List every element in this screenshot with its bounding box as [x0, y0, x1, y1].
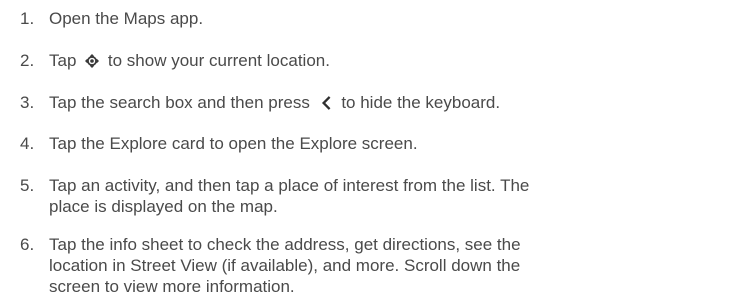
step-text: Tap to show your current location. [49, 50, 719, 71]
location-target-icon [84, 53, 100, 69]
step-text: Tap the Explore card to open the Explore… [49, 134, 418, 153]
step-text: Open the Maps app. [49, 9, 204, 28]
step-text: Tap the search box and then press to hid… [49, 92, 719, 113]
back-chevron-icon [318, 95, 334, 111]
step-number: 1. [20, 9, 35, 28]
step-line: location in Street View (if available), … [49, 256, 521, 275]
step-text-start: Tap the search box and then press [49, 93, 310, 112]
step-number: 4. [20, 134, 35, 153]
step-number: 3. [20, 93, 35, 112]
instruction-steps: 1. Open the Maps app. 2. Tap to show you… [0, 0, 732, 296]
step-text-end: to hide the keyboard. [341, 93, 501, 112]
step-line: place is displayed on the map. [49, 197, 278, 216]
step-text-end: to show your current location. [107, 51, 330, 70]
step-line: screen to view more information. [49, 277, 295, 296]
step-number: 2. [20, 51, 35, 70]
step-text: Tap an activity, and then tap a place of… [49, 175, 719, 217]
step-number: 6. [20, 235, 35, 254]
step-text-start: Tap [49, 51, 77, 70]
step-number: 5. [20, 176, 35, 195]
step-text: Tap the info sheet to check the address,… [49, 234, 719, 297]
step-line: Tap an activity, and then tap a place of… [49, 176, 530, 195]
step-line: Tap the info sheet to check the address,… [49, 235, 521, 254]
